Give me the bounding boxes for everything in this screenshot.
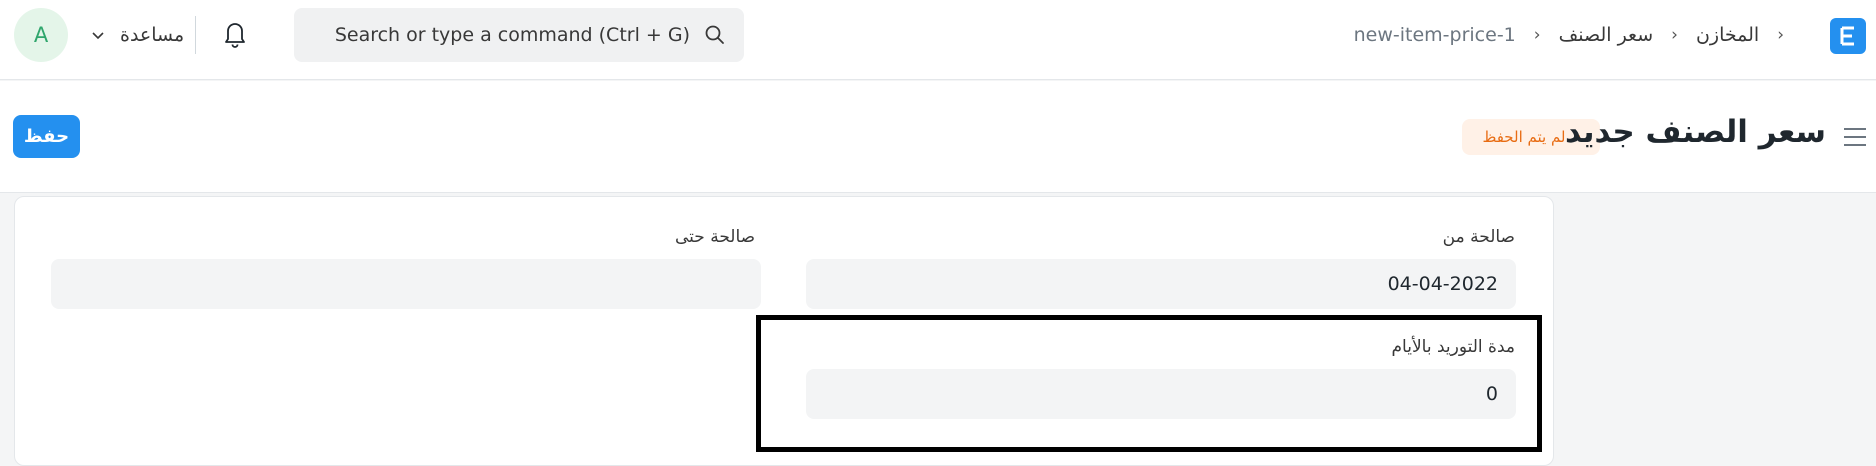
lead-time-days-label: مدة التوريد بالأيام	[1391, 337, 1515, 357]
valid-from-label: صالحة من	[1442, 227, 1515, 247]
breadcrumb-separator: ›	[1777, 25, 1784, 45]
search-bar[interactable]: Search or type a command (Ctrl + G)	[294, 8, 744, 62]
app-logo[interactable]	[1830, 18, 1866, 54]
valid-from-input[interactable]	[806, 259, 1516, 309]
avatar-initial: A	[33, 23, 49, 47]
help-label: مساعدة	[120, 24, 185, 46]
save-button[interactable]: حفظ	[13, 115, 80, 158]
lead-time-days-input[interactable]	[806, 369, 1516, 419]
status-badge-text: لم يتم الحفظ	[1482, 128, 1566, 146]
breadcrumb-item-current: new-item-price-1	[1353, 24, 1516, 46]
chevron-down-icon	[92, 32, 104, 40]
page-header: حفظ لم يتم الحفظ سعر الصنف جديد	[0, 81, 1876, 193]
sidebar-toggle-icon[interactable]	[1842, 125, 1868, 149]
breadcrumb-item-item-price[interactable]: سعر الصنف	[1559, 24, 1654, 46]
erpnext-logo-icon	[1840, 26, 1854, 46]
valid-upto-label: صالحة حتى	[675, 227, 756, 247]
search-placeholder: Search or type a command (Ctrl + G)	[334, 24, 690, 46]
page-title: سعر الصنف جديد	[1564, 114, 1826, 150]
navbar: A مساعدة Search or type a command (Ctrl …	[0, 0, 1876, 80]
navbar-divider	[195, 16, 196, 54]
help-dropdown[interactable]: مساعدة	[90, 20, 184, 50]
breadcrumb: › المخازن › سعر الصنف › new-item-price-1	[1354, 20, 1784, 50]
search-icon	[705, 25, 724, 44]
form-card: صالحة من صالحة حتى مدة التوريد بالأيام	[14, 196, 1554, 466]
breadcrumb-item-stock[interactable]: المخازن	[1696, 24, 1759, 46]
user-avatar[interactable]: A	[14, 8, 68, 62]
breadcrumb-separator: ›	[1533, 25, 1541, 45]
valid-upto-input[interactable]	[51, 259, 761, 309]
breadcrumb-separator: ›	[1671, 25, 1678, 45]
notification-bell-icon[interactable]	[221, 19, 249, 49]
